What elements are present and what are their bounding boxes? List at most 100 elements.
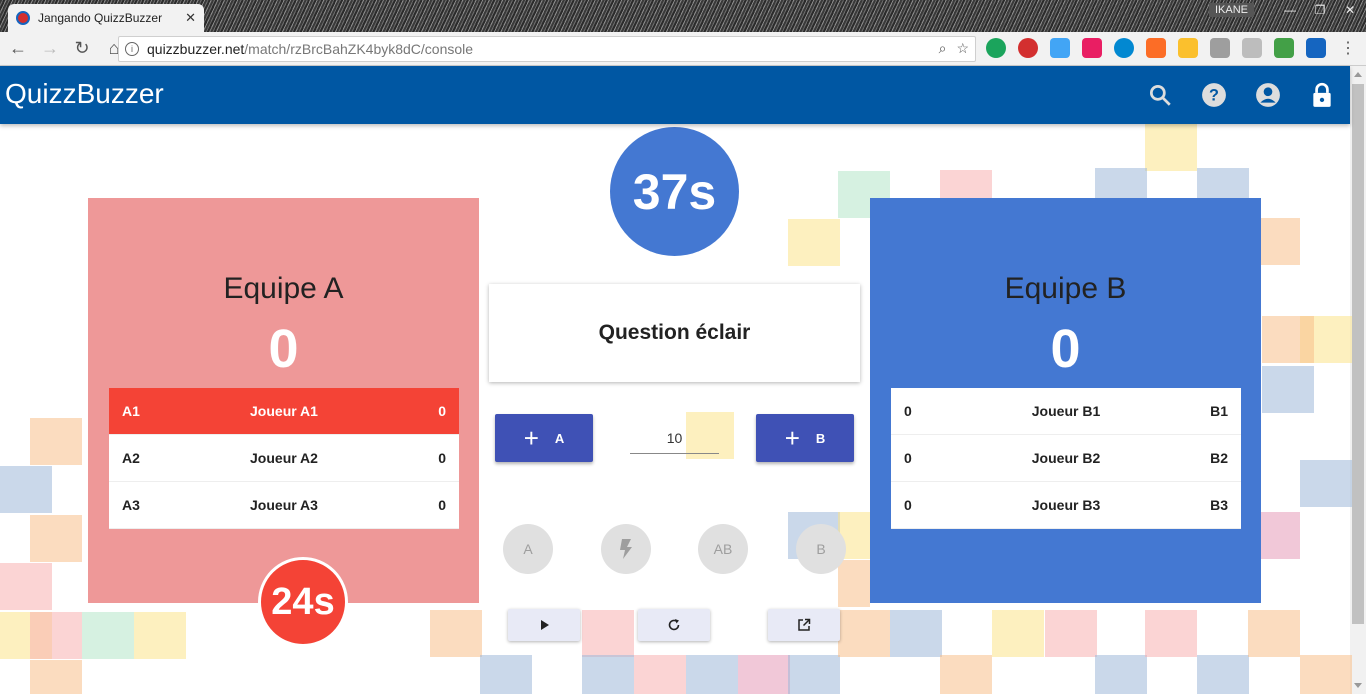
page-scrollbar[interactable] — [1350, 66, 1366, 694]
lock-icon[interactable] — [1309, 82, 1335, 108]
bookmark-star-icon[interactable]: ☆ — [956, 40, 969, 57]
plus-icon: + — [784, 423, 800, 453]
scroll-down-icon[interactable] — [1354, 683, 1362, 688]
team-a-players: A1 Joueur A1 0 A2 Joueur A2 0 A3 Joueur … — [109, 388, 459, 529]
player-name: Joueur B2 — [1031, 450, 1101, 466]
bg-tile — [788, 219, 840, 266]
player-row[interactable]: A2 Joueur A2 0 — [109, 435, 459, 482]
eyedropper-icon[interactable] — [1210, 38, 1230, 58]
help-icon[interactable]: ? — [1201, 82, 1227, 108]
player-row[interactable]: A1 Joueur A1 0 — [109, 388, 459, 435]
team-b-players: 0 Joueur B1 B1 0 Joueur B2 B2 0 Joueur B… — [891, 388, 1241, 529]
player-id: A2 — [122, 450, 140, 466]
account-icon[interactable] — [1255, 82, 1281, 108]
extension-icon[interactable] — [1114, 38, 1134, 58]
player-id: B3 — [1210, 497, 1228, 513]
bg-tile — [30, 418, 82, 465]
bg-tile — [838, 610, 890, 657]
buzz-b-button[interactable]: B — [796, 524, 846, 574]
address-bar[interactable]: i quizzbuzzer.net/match/rzBrcBahZK4byk8d… — [118, 36, 976, 62]
question-timer: 37s — [610, 127, 739, 256]
question-title: Question éclair — [598, 321, 751, 344]
minimize-icon[interactable]: — — [1278, 2, 1302, 18]
zoom-icon[interactable]: ⌕ — [939, 40, 947, 57]
scrollbar-thumb[interactable] — [1352, 84, 1364, 624]
team-a-name: Equipe A — [223, 272, 344, 305]
bg-tile — [582, 610, 634, 657]
favicon-icon — [16, 11, 30, 25]
points-input[interactable] — [630, 422, 719, 454]
player-name: Joueur B1 — [1031, 403, 1101, 419]
svg-text:?: ? — [1209, 86, 1219, 104]
bg-tile — [992, 610, 1044, 657]
tab-close-icon[interactable]: ✕ — [185, 10, 196, 26]
extension-icon[interactable] — [986, 38, 1006, 58]
extension-icon[interactable] — [1082, 38, 1102, 58]
bg-tile — [134, 612, 186, 659]
bg-tile — [0, 466, 52, 513]
player-name: Joueur A1 — [250, 403, 318, 419]
refresh-icon — [668, 619, 680, 631]
player-score: 0 — [438, 450, 446, 466]
browser-titlebar: Jangando QuizzBuzzer ✕ IKANE — ❐ ✕ — [0, 0, 1366, 32]
reload-icon[interactable]: ↻ — [68, 35, 96, 63]
team-b-score: 0 — [1050, 319, 1081, 379]
player-score: 0 — [904, 450, 912, 466]
add-points-team-b-button[interactable]: + B — [756, 414, 854, 462]
bg-tile — [738, 655, 790, 694]
profile-name[interactable]: IKANE — [1208, 3, 1254, 17]
open-in-new-icon — [798, 618, 811, 631]
search-icon[interactable] — [1147, 82, 1173, 108]
open-display-button[interactable] — [768, 609, 840, 641]
buzz-ab-button[interactable]: AB — [698, 524, 748, 574]
restore-icon[interactable]: ❐ — [1308, 2, 1332, 18]
player-score: 0 — [904, 497, 912, 513]
reset-button[interactable] — [638, 609, 710, 641]
player-row[interactable]: 0 Joueur B3 B3 — [891, 482, 1241, 529]
checkmark-icon[interactable] — [1274, 38, 1294, 58]
player-row[interactable]: 0 Joueur B2 B2 — [891, 435, 1241, 482]
bg-tile — [1300, 655, 1352, 694]
bg-tile — [30, 515, 82, 562]
extension-icon[interactable] — [1306, 38, 1326, 58]
lightning-button[interactable] — [601, 524, 651, 574]
player-score: 0 — [438, 497, 446, 513]
player-row[interactable]: A3 Joueur A3 0 — [109, 482, 459, 529]
player-name: Joueur A3 — [250, 497, 318, 513]
add-a-label: A — [554, 430, 565, 446]
add-points-team-a-button[interactable]: + A — [495, 414, 593, 462]
close-window-icon[interactable]: ✕ — [1338, 2, 1362, 18]
chat-icon[interactable] — [1242, 38, 1262, 58]
team-b-panel: Equipe B 0 0 Joueur B1 B1 0 Joueur B2 B2… — [870, 198, 1261, 603]
player-score: 0 — [904, 403, 912, 419]
forward-icon[interactable]: → — [36, 35, 64, 63]
player-name: Joueur B3 — [1031, 497, 1101, 513]
menu-icon[interactable]: ⋮ — [1338, 38, 1358, 58]
browser-tab[interactable]: Jangando QuizzBuzzer ✕ — [8, 4, 204, 32]
extension-icon[interactable] — [1178, 38, 1198, 58]
app-title[interactable]: QuizzBuzzer — [5, 78, 164, 110]
bg-tile — [1145, 124, 1197, 171]
adblock-icon[interactable] — [1018, 38, 1038, 58]
team-timer: 24s — [258, 557, 348, 647]
bg-tile — [838, 560, 870, 607]
lightning-icon — [620, 539, 632, 559]
bg-tile — [82, 612, 134, 659]
buzz-a-button[interactable]: A — [503, 524, 553, 574]
bg-tile — [1262, 366, 1314, 413]
play-button[interactable] — [508, 609, 580, 641]
player-name: Joueur A2 — [250, 450, 318, 466]
bg-tile — [788, 655, 840, 694]
back-icon[interactable]: ← — [4, 35, 32, 63]
window-controls: — ❐ ✕ — [1278, 2, 1362, 18]
scroll-up-icon[interactable] — [1354, 72, 1362, 77]
player-row[interactable]: 0 Joueur B1 B1 — [891, 388, 1241, 435]
bg-tile — [890, 610, 942, 657]
question-card: Question éclair — [489, 284, 860, 382]
team-a-panel: Equipe A 0 A1 Joueur A1 0 A2 Joueur A2 0… — [88, 198, 479, 603]
cloud-icon[interactable] — [1050, 38, 1070, 58]
info-icon[interactable]: i — [125, 42, 139, 56]
bg-tile — [634, 655, 686, 694]
gitlab-icon[interactable] — [1146, 38, 1166, 58]
bg-tile — [30, 660, 82, 694]
